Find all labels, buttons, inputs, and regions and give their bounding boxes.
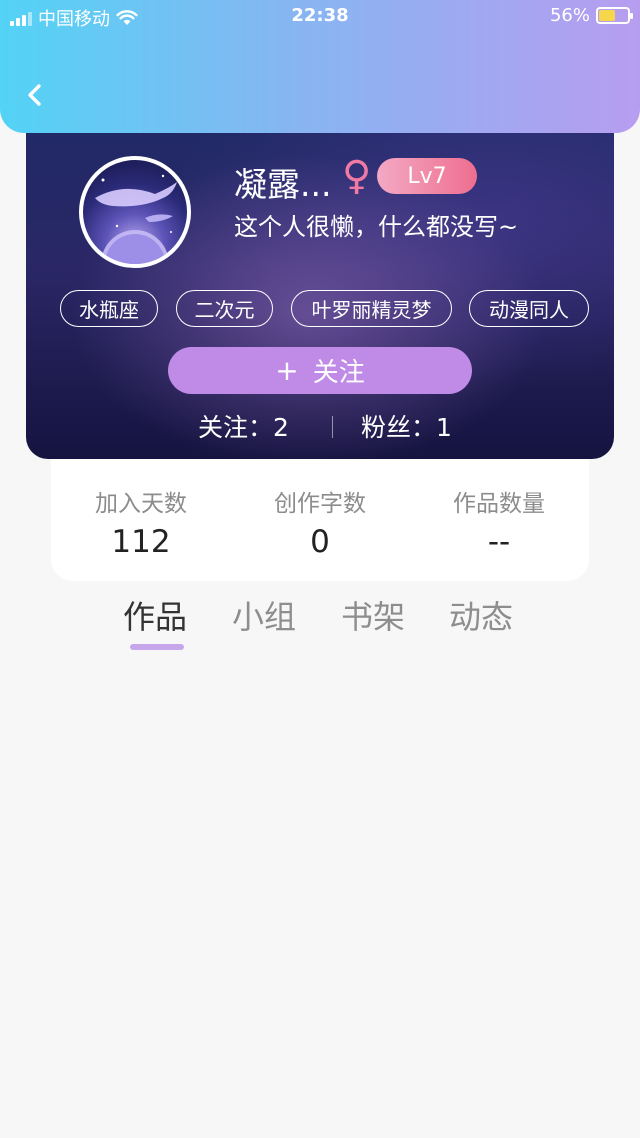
following-count[interactable]: 关注：2 bbox=[198, 408, 289, 444]
count-divider bbox=[332, 416, 333, 438]
status-right: 56% bbox=[549, 5, 633, 26]
battery-level-fill bbox=[599, 10, 615, 21]
female-gender-icon: ♀ bbox=[342, 153, 372, 199]
tag-chip[interactable]: 二次元 bbox=[176, 290, 273, 327]
stat-label: 作品数量 bbox=[453, 491, 545, 517]
stat-label: 加入天数 bbox=[95, 491, 187, 517]
chevron-left-icon bbox=[28, 84, 41, 106]
stats-panel: 加入天数 112 创作字数 0 作品数量 -- bbox=[51, 450, 589, 581]
tag-chip[interactable]: 动漫同人 bbox=[469, 290, 589, 327]
tab-bookshelf[interactable]: 书架 bbox=[341, 592, 405, 638]
tab-works[interactable]: 作品 bbox=[123, 592, 187, 638]
following-value: 2 bbox=[273, 413, 289, 442]
followers-value: 1 bbox=[436, 413, 452, 442]
active-tab-indicator bbox=[130, 644, 184, 650]
plus-icon: + bbox=[275, 354, 299, 387]
tag-chip[interactable]: 叶罗丽精灵梦 bbox=[291, 290, 452, 327]
avatar[interactable] bbox=[79, 156, 191, 268]
stat-value: -- bbox=[487, 524, 511, 560]
stat-join-days: 加入天数 112 bbox=[51, 484, 231, 560]
tab-groups[interactable]: 小组 bbox=[232, 592, 296, 638]
tab-activity[interactable]: 动态 bbox=[449, 592, 513, 638]
header-bar: 中国移动 22:38 56% bbox=[0, 0, 640, 133]
back-button[interactable] bbox=[18, 78, 52, 112]
followers-count[interactable]: 粉丝：1 bbox=[361, 408, 452, 444]
stat-value: 0 bbox=[310, 524, 330, 560]
tab-bar: 作品 小组 书架 动态 bbox=[0, 592, 640, 652]
avatar-whale-image bbox=[95, 174, 177, 264]
tag-chip[interactable]: 水瓶座 bbox=[60, 290, 158, 327]
followers-label: 粉丝： bbox=[361, 413, 437, 442]
signature: 这个人很懒，什么都没写~ bbox=[234, 213, 519, 241]
status-bar: 中国移动 22:38 56% bbox=[0, 0, 640, 34]
status-time: 22:38 bbox=[291, 5, 349, 26]
stat-works-count: 作品数量 -- bbox=[409, 484, 589, 560]
stat-word-count: 创作字数 0 bbox=[230, 484, 410, 560]
following-label: 关注： bbox=[198, 413, 274, 442]
stat-value: 112 bbox=[111, 524, 171, 560]
stat-label: 创作字数 bbox=[274, 491, 366, 517]
nickname: 凝露... bbox=[234, 165, 332, 204]
level-badge: Lv7 bbox=[377, 158, 477, 194]
follow-button[interactable]: + 关注 bbox=[168, 347, 472, 394]
profile-card: 凝露... ♀ Lv7 这个人很懒，什么都没写~ 水瓶座 二次元 叶罗丽精灵梦 … bbox=[26, 110, 614, 459]
follow-label: 关注 bbox=[312, 358, 365, 388]
battery-percent: 56% bbox=[549, 5, 590, 26]
profile-screen: 中国移动 22:38 56% 凝露... ♀ Lv7 这个人很懒，什么都没写~ … bbox=[0, 0, 640, 1138]
battery-charging-icon bbox=[596, 7, 633, 24]
